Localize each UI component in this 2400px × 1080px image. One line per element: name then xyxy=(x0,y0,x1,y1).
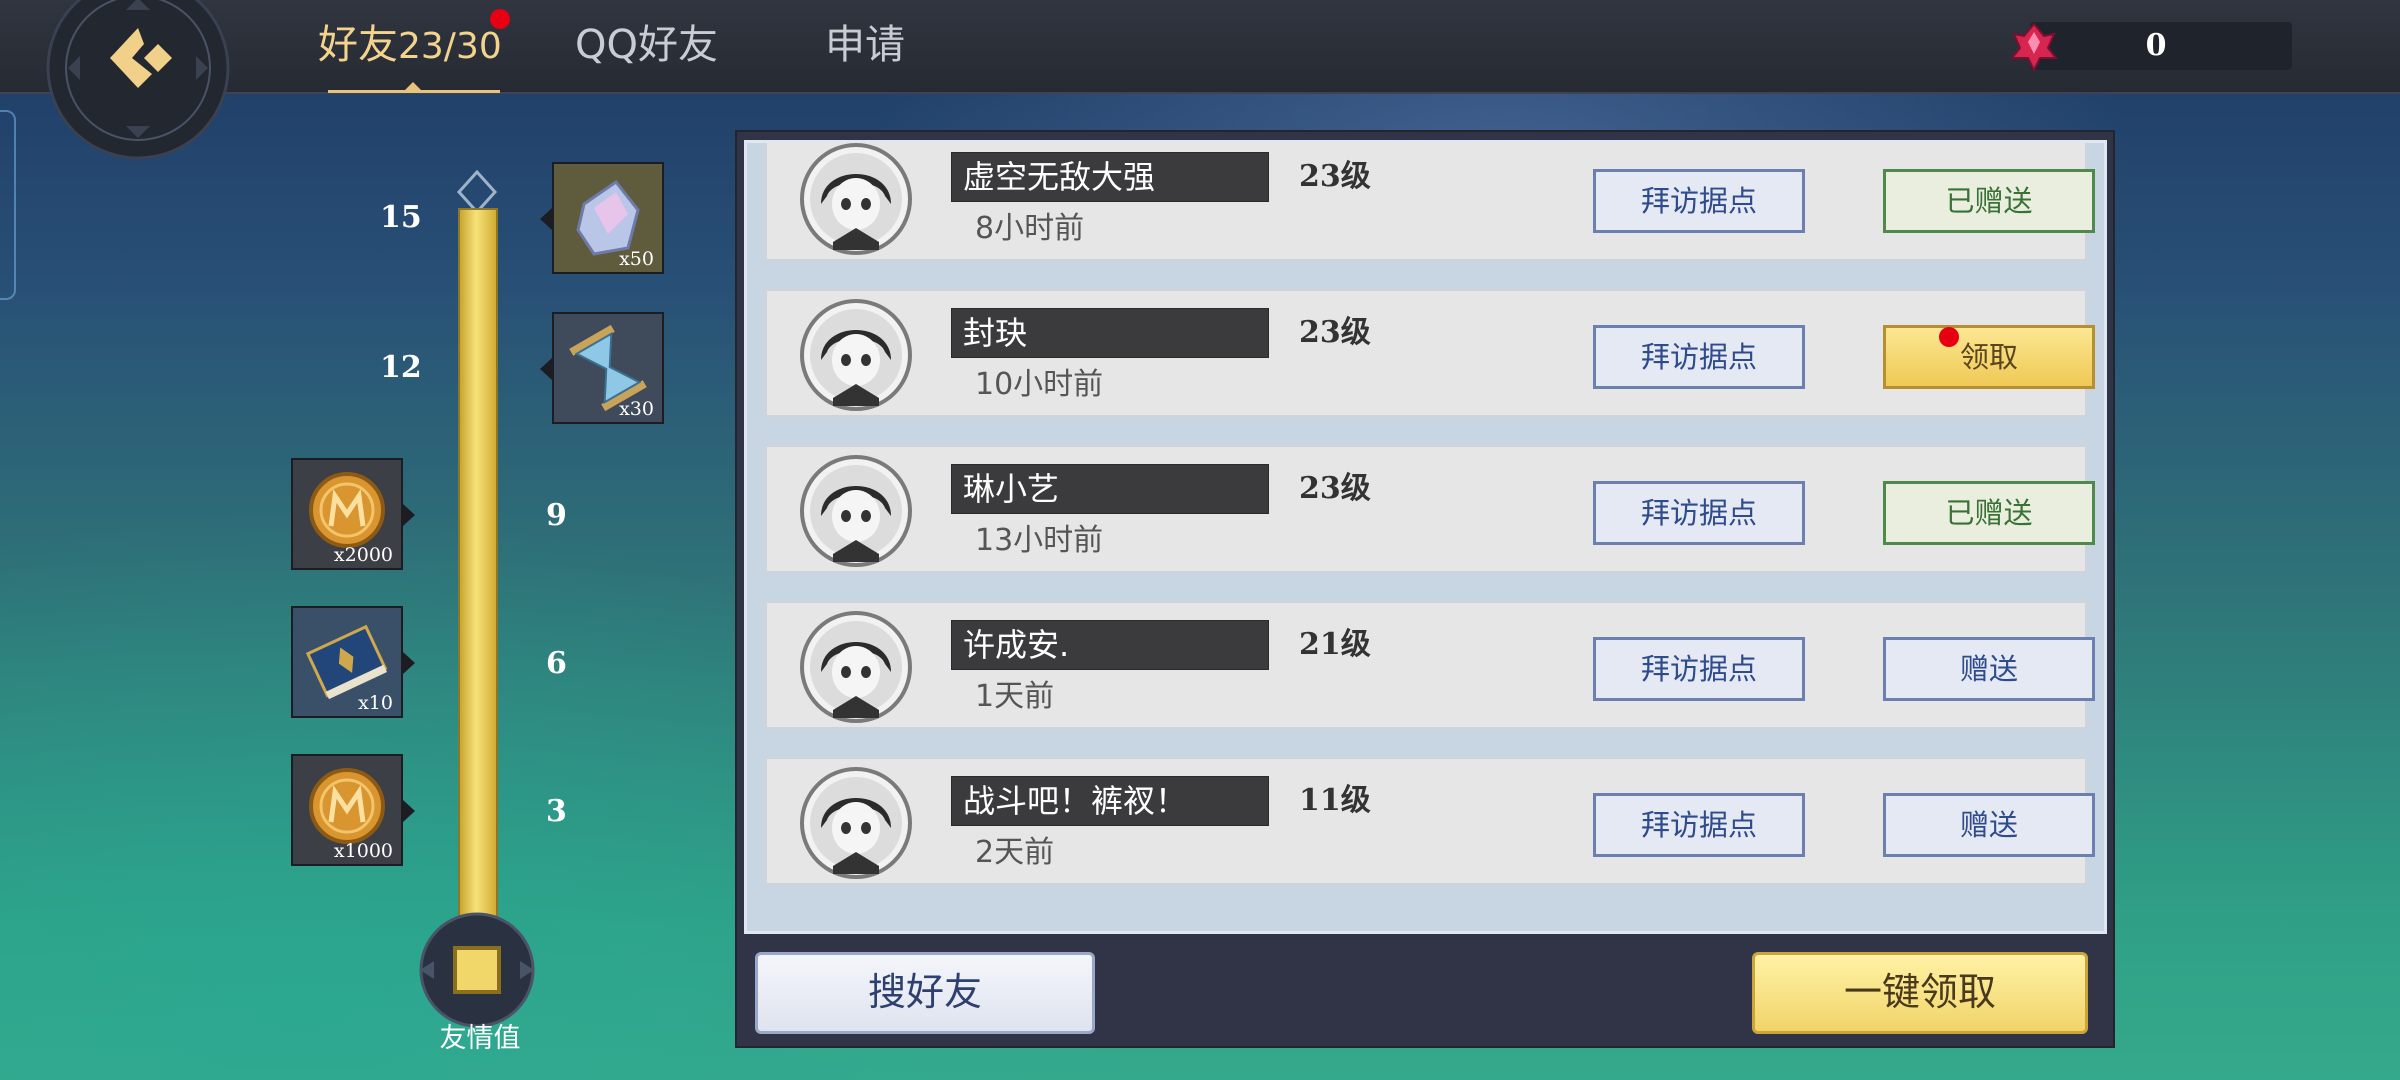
claim-all-button[interactable]: 一键领取 xyxy=(1752,952,2088,1034)
reward-3[interactable]: x1000 xyxy=(291,754,403,866)
back-button[interactable] xyxy=(40,0,236,166)
red-crystal-icon xyxy=(2006,18,2062,74)
avatar[interactable] xyxy=(799,298,913,412)
reward-pointer-icon xyxy=(540,208,552,230)
visit-base-button[interactable]: 拜访据点 xyxy=(1593,481,1805,545)
reward-pointer-icon xyxy=(403,504,415,526)
avatar[interactable] xyxy=(799,142,913,256)
active-tab-caret-icon xyxy=(404,82,422,91)
tab-qq-friends[interactable]: QQ好友 xyxy=(575,20,718,70)
milestone-level-3: 3 xyxy=(546,794,567,829)
notification-dot xyxy=(1939,327,1959,347)
last-online: 1天前 xyxy=(975,679,1055,714)
friend-name: 封玦 xyxy=(963,314,1028,352)
friend-name: 虚空无敌大强 xyxy=(963,158,1156,196)
search-friend-button[interactable]: 搜好友 xyxy=(755,952,1095,1034)
last-online: 8小时前 xyxy=(975,211,1085,246)
friend-list[interactable]: 虚空无敌大强 8小时前 23级 拜访据点 已赠送 封玦 10小时前 23级 拜访… xyxy=(744,140,2107,934)
gift-sent-button[interactable]: 已赠送 xyxy=(1883,481,2095,545)
reward-quantity: x50 xyxy=(619,248,654,270)
claim-gift-button[interactable]: 领取 xyxy=(1883,325,2095,389)
friend-row: 战斗吧！裤衩！ 2天前 11级 拜访据点 赠送 xyxy=(765,757,2095,885)
reward-quantity: x2000 xyxy=(333,544,393,566)
send-gift-button[interactable]: 赠送 xyxy=(1883,637,2095,701)
avatar[interactable] xyxy=(799,610,913,724)
friend-level: 23级 xyxy=(1299,159,1371,194)
visit-base-button[interactable]: 拜访据点 xyxy=(1593,325,1805,389)
friend-row: 封玦 10小时前 23级 拜访据点 领取 xyxy=(765,289,2095,417)
reward-quantity: x1000 xyxy=(333,840,393,862)
friend-name: 琳小艺 xyxy=(963,470,1060,508)
back-emblem-icon xyxy=(46,0,230,160)
notification-dot xyxy=(490,9,510,29)
milestone-level-15: 15 xyxy=(380,200,422,235)
reward-12[interactable]: x30 xyxy=(552,312,664,424)
friend-row: 琳小艺 13小时前 23级 拜访据点 已赠送 xyxy=(765,445,2095,573)
avatar[interactable] xyxy=(799,766,913,880)
reward-pointer-icon xyxy=(403,652,415,674)
send-gift-button[interactable]: 赠送 xyxy=(1883,793,2095,857)
reward-6[interactable]: x10 xyxy=(291,606,403,718)
reward-9[interactable]: x2000 xyxy=(291,458,403,570)
milestone-level-6: 6 xyxy=(546,646,567,681)
friends-count: 23/30 xyxy=(398,26,502,67)
tab-friends-label: 好友 xyxy=(318,22,398,68)
milestone-level-9: 9 xyxy=(546,498,567,533)
friend-row: 虚空无敌大强 8小时前 23级 拜访据点 已赠送 xyxy=(765,142,2095,261)
reward-quantity: x30 xyxy=(619,398,654,420)
reward-pointer-icon xyxy=(403,800,415,822)
reward-quantity: x10 xyxy=(358,692,393,714)
tab-friends[interactable]: 好友23/30 xyxy=(318,20,502,70)
last-online: 2天前 xyxy=(975,835,1055,870)
reward-pointer-icon xyxy=(540,358,552,380)
friend-level: 23级 xyxy=(1299,315,1371,350)
currency-value: 0 xyxy=(2145,28,2167,63)
reward-15[interactable]: x50 xyxy=(552,162,664,274)
friend-name: 战斗吧！裤衩！ xyxy=(963,782,1188,820)
friend-row: 许成安. 1天前 21级 拜访据点 赠送 xyxy=(765,601,2095,729)
last-online: 13小时前 xyxy=(975,523,1104,558)
side-drawer-handle[interactable] xyxy=(0,110,16,300)
friendship-value-label: 友情值 xyxy=(439,1023,521,1054)
visit-base-button[interactable]: 拜访据点 xyxy=(1593,637,1805,701)
avatar[interactable] xyxy=(799,454,913,568)
friend-name: 许成安. xyxy=(963,626,1070,664)
tab-applications[interactable]: 申请 xyxy=(825,20,905,70)
friend-level: 21级 xyxy=(1299,627,1371,662)
friend-level: 11级 xyxy=(1299,783,1371,818)
visit-base-button[interactable]: 拜访据点 xyxy=(1593,793,1805,857)
gift-sent-button[interactable]: 已赠送 xyxy=(1883,169,2095,233)
friendship-progress-track xyxy=(458,208,498,972)
last-online: 10小时前 xyxy=(975,367,1104,402)
visit-base-button[interactable]: 拜访据点 xyxy=(1593,169,1805,233)
friend-level: 23级 xyxy=(1299,471,1371,506)
milestone-level-12: 12 xyxy=(380,350,422,385)
